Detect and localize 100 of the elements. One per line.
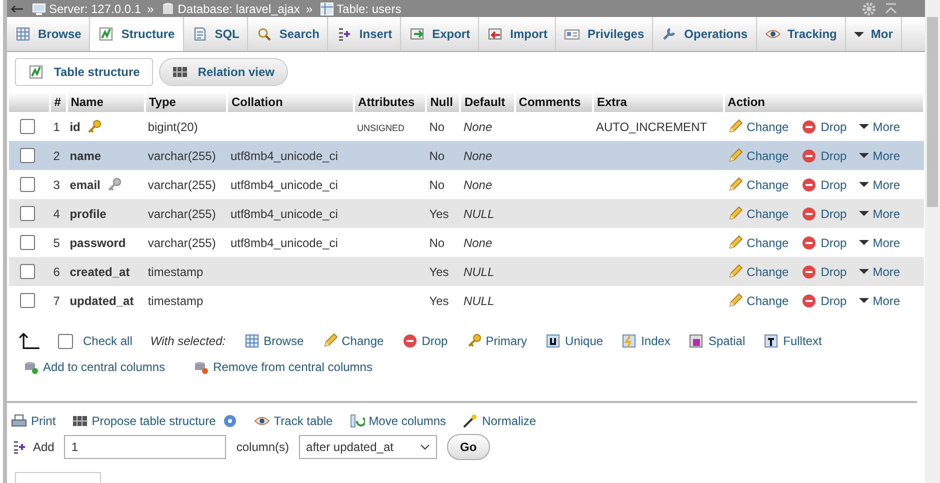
bulk-action-link[interactable]: Spatial [688, 333, 746, 349]
tab[interactable]: Privileges [556, 17, 654, 51]
insert-icon [336, 26, 352, 42]
wrench-icon [661, 26, 678, 42]
action-link[interactable]: Drop [800, 264, 847, 280]
action-link[interactable]: Change [726, 206, 789, 222]
pencil-icon [726, 264, 743, 280]
scrollbar[interactable] [925, 0, 940, 483]
table-icon [15, 26, 31, 42]
tab[interactable]: SQL [184, 17, 248, 51]
pencil-icon [726, 206, 743, 222]
action-link[interactable]: Drop [800, 148, 847, 164]
export-icon [409, 26, 426, 42]
row-checkbox[interactable] [20, 235, 35, 250]
column-header: Extra [592, 92, 724, 112]
table-cell: 1 [53, 120, 60, 134]
drop-icon [800, 264, 817, 280]
move-columns-icon [348, 413, 365, 429]
table-cell: profile [70, 206, 106, 220]
action-link[interactable]: More [858, 264, 900, 278]
pencil-icon [726, 176, 743, 192]
row-checkbox[interactable] [20, 177, 35, 192]
table-cell: varchar(255) [148, 236, 216, 250]
bulk-action-link[interactable]: Index [621, 333, 670, 349]
operation-link[interactable]: Move columns [348, 413, 446, 429]
subtab[interactable]: Relation view [158, 58, 288, 86]
row-checkbox[interactable] [20, 148, 35, 164]
table-icon [318, 0, 335, 16]
spatial-icon [688, 333, 704, 349]
action-link[interactable]: Drop [800, 292, 847, 308]
action-link[interactable]: Change [726, 176, 789, 192]
tab[interactable]: Insert [328, 17, 402, 51]
action-link[interactable]: Drop [800, 176, 847, 192]
table-cell: varchar(255) [148, 206, 216, 220]
table-cell: 5 [53, 236, 60, 250]
breadcrumb-link[interactable]: Database: laravel_ajax [160, 0, 300, 16]
action-link[interactable]: Change [726, 118, 789, 134]
tab[interactable]: Structure [90, 17, 184, 51]
operation-link[interactable]: Print [11, 413, 56, 429]
table-cell: NULL [463, 264, 494, 278]
row-checkbox[interactable] [20, 264, 35, 280]
action-link[interactable]: Drop [800, 118, 847, 134]
tab[interactable]: Search [248, 17, 328, 51]
action-link[interactable]: More [858, 236, 900, 250]
table-cell: updated_at [70, 294, 134, 308]
table-cell: 6 [53, 264, 60, 278]
bulk-action-link[interactable]: Drop [402, 333, 448, 349]
bulk-action-link[interactable]: Primary [466, 333, 528, 349]
pencil-icon [726, 234, 743, 250]
row-checkbox[interactable] [20, 206, 35, 222]
column-header: # [50, 92, 67, 112]
check-all[interactable]: Check all [58, 334, 132, 348]
action-link[interactable]: More [858, 206, 900, 220]
with-selected-label: With selected: [150, 334, 226, 348]
go-button[interactable]: Go [447, 434, 490, 460]
tab[interactable]: Tracking [756, 17, 846, 51]
operation-link[interactable]: Propose table structure [72, 413, 216, 429]
action-link[interactable]: More [858, 120, 900, 134]
action-link[interactable]: Change [726, 234, 789, 250]
breadcrumb-link[interactable]: Table: users [318, 0, 402, 16]
position-dropdown[interactable]: after updated_at [299, 435, 438, 459]
table-cell: UNSIGNED [357, 122, 405, 132]
action-link[interactable]: Change [726, 264, 789, 280]
tab[interactable]: Export [401, 17, 480, 51]
breadcrumb-link[interactable]: Server: 127.0.0.1 [31, 0, 142, 16]
action-link[interactable]: More [858, 148, 900, 162]
action-link[interactable]: More [858, 294, 900, 308]
tab[interactable]: Import [479, 17, 556, 51]
database-icon [193, 359, 210, 375]
action-link[interactable]: Change [726, 148, 789, 164]
table-cell: Yes [429, 206, 449, 220]
table-cell: utf8mb4_unicode_ci [230, 148, 338, 162]
subtab[interactable]: Table structure [15, 58, 153, 86]
action-link[interactable]: Change [726, 292, 789, 308]
bulk-action-link[interactable]: Browse [244, 333, 304, 349]
row-checkbox[interactable] [20, 119, 35, 134]
tab[interactable]: Mor [846, 17, 902, 51]
tab[interactable]: Operations [653, 17, 757, 51]
table-cell: 4 [53, 206, 60, 220]
table-cell: Yes [429, 264, 449, 278]
drop-icon [800, 234, 817, 250]
action-link[interactable]: Drop [800, 206, 847, 222]
operation-link[interactable]: Normalize [462, 413, 536, 429]
action-link[interactable]: More [858, 178, 900, 192]
table-cell: utf8mb4_unicode_ci [230, 178, 338, 192]
unique-icon [545, 333, 562, 349]
bulk-action-link[interactable]: Unique [545, 333, 604, 349]
bulk-action-link[interactable]: Fulltext [763, 333, 822, 349]
column-count-field[interactable]: 1 [64, 435, 226, 459]
breadcrumb-separator: » [306, 2, 313, 16]
column-header: Attributes [354, 92, 426, 112]
operation-link[interactable]: Track table [254, 413, 333, 429]
central-columns-link[interactable]: Remove from central columns [193, 359, 372, 375]
chart-icon [28, 64, 44, 80]
column-header: Name [66, 92, 145, 112]
row-checkbox[interactable] [20, 293, 35, 308]
help-icon [222, 413, 238, 429]
bulk-action-link[interactable]: Change [322, 333, 384, 349]
action-link[interactable]: Drop [800, 234, 847, 250]
central-columns-link[interactable]: Add to central columns [23, 359, 166, 375]
